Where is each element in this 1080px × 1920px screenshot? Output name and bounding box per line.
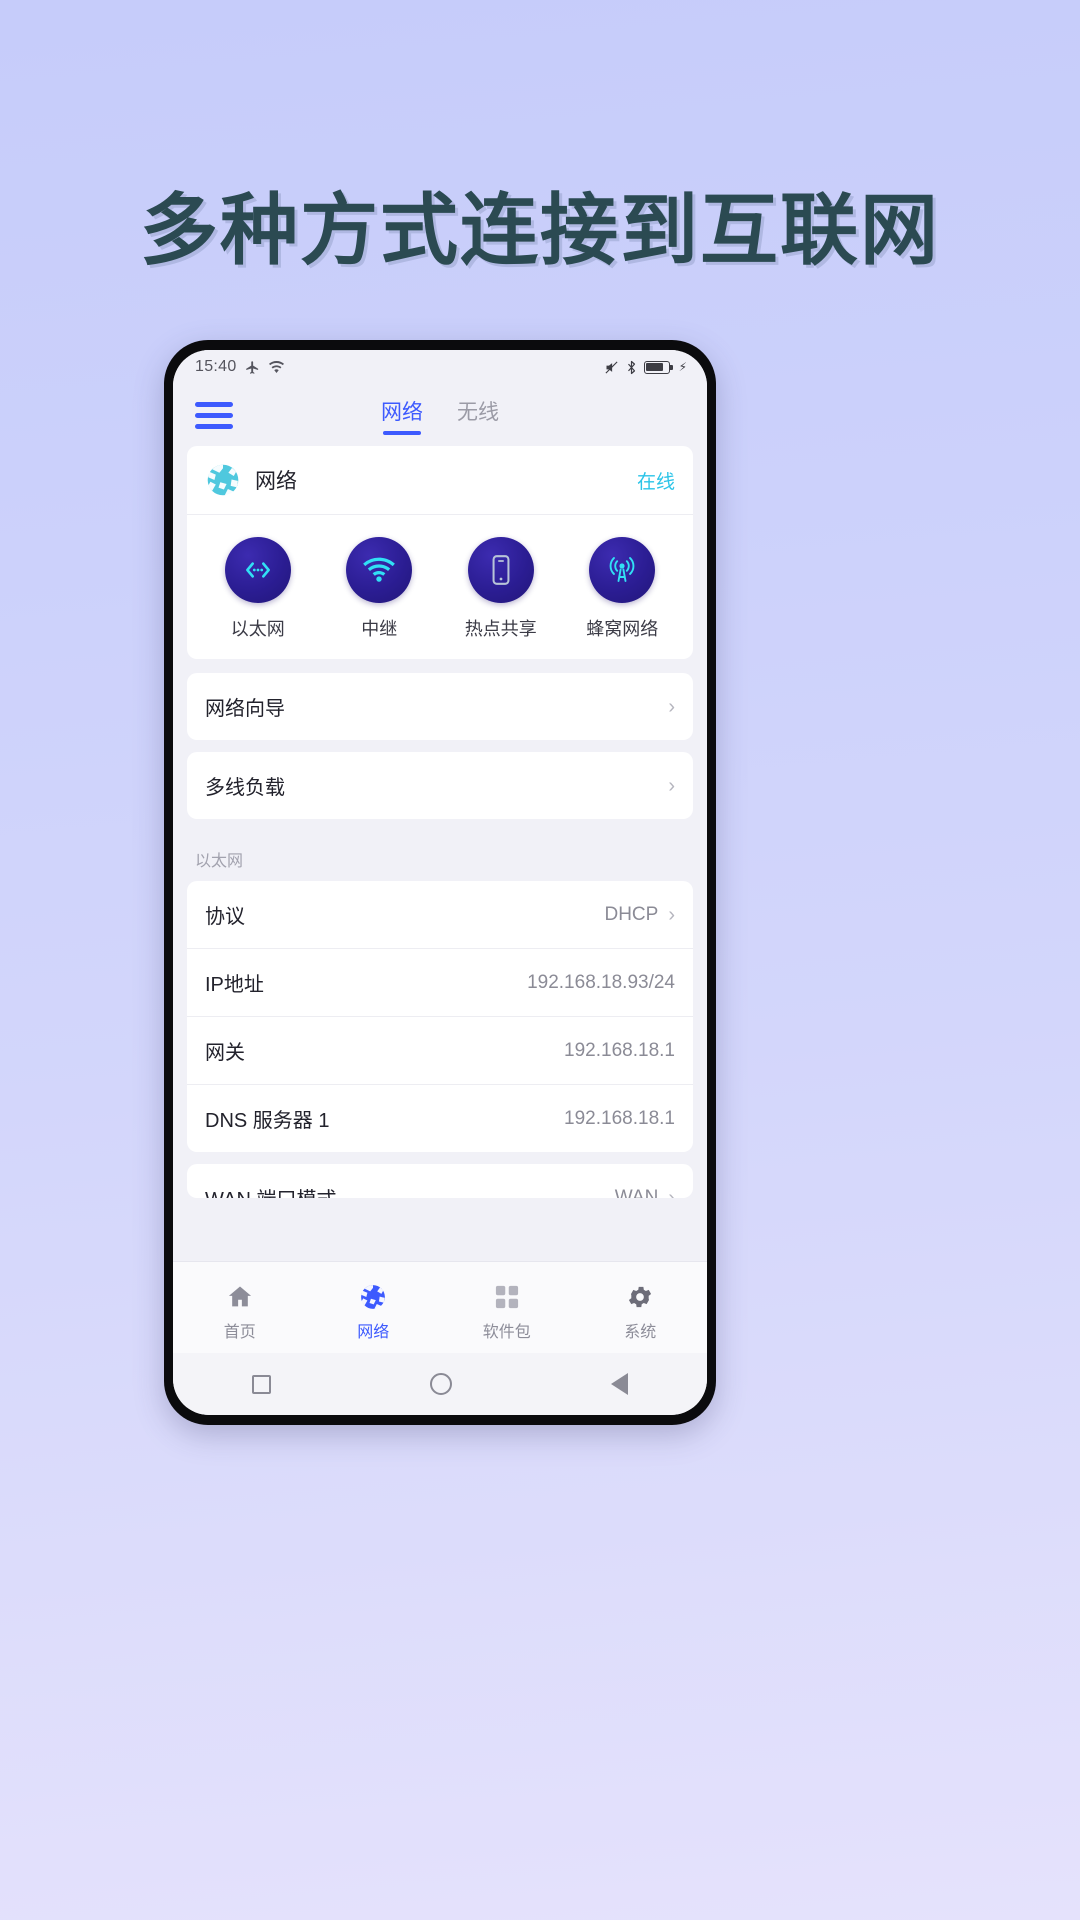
quick-action-hotspot[interactable]: 热点共享 bbox=[449, 537, 553, 641]
row-label: 网关 bbox=[205, 1042, 245, 1064]
android-soft-keys bbox=[173, 1353, 707, 1415]
chevron-right-icon: › bbox=[668, 695, 675, 718]
row-value: 192.168.18.1 bbox=[564, 1039, 675, 1061]
chevron-right-icon: › bbox=[668, 1186, 675, 1199]
ethernet-icon bbox=[224, 537, 291, 603]
page-title: 多种方式连接到互联网 bbox=[139, 186, 940, 274]
nav-item-network[interactable]: 网络 bbox=[323, 1280, 423, 1342]
row-label: 协议 bbox=[205, 906, 245, 928]
row-network-wizard[interactable]: 网络向导 › bbox=[187, 673, 693, 740]
tab-wireless[interactable]: 无线 bbox=[457, 396, 499, 435]
row-value: DHCP bbox=[604, 903, 659, 925]
nav-item-home[interactable]: 首页 bbox=[190, 1280, 290, 1342]
wifi-icon bbox=[268, 360, 285, 374]
row-label: IP地址 bbox=[205, 974, 264, 996]
quick-action-row: 以太网 中继 热点共享 蜂窝网络 bbox=[187, 515, 693, 659]
battery-icon bbox=[643, 360, 673, 374]
quick-action-label: 热点共享 bbox=[464, 619, 537, 639]
bottom-navigation: 首页 网络 软件包 系统 bbox=[173, 1261, 707, 1353]
row-label: 多线负载 bbox=[205, 777, 285, 799]
quick-action-ethernet[interactable]: 以太网 bbox=[206, 537, 310, 641]
quick-action-label: 以太网 bbox=[230, 619, 285, 639]
back-triangle-icon[interactable] bbox=[610, 1373, 628, 1395]
row-label: DNS 服务器 1 bbox=[205, 1110, 330, 1132]
quick-action-cellular[interactable]: 蜂窝网络 bbox=[570, 537, 674, 641]
home-circle-icon[interactable] bbox=[429, 1373, 452, 1395]
network-card-header: 网络 在线 bbox=[187, 446, 693, 515]
row-label: WAN 端口模式 bbox=[205, 1183, 336, 1198]
status-badge: 在线 bbox=[636, 471, 675, 493]
wifi-repeater-icon bbox=[346, 537, 413, 603]
nav-item-label: 网络 bbox=[357, 1323, 390, 1341]
wan-port-mode-card: WAN 端口模式 WAN › bbox=[187, 1164, 693, 1198]
chevron-right-icon: › bbox=[668, 903, 675, 926]
nav-item-label: 系统 bbox=[624, 1323, 657, 1341]
status-time: 15:40 bbox=[195, 358, 237, 375]
row-dns-server-1: DNS 服务器 1 192.168.18.1 bbox=[187, 1085, 693, 1152]
tab-bar: 网络 无线 bbox=[173, 396, 707, 435]
recents-square-icon[interactable] bbox=[252, 1374, 272, 1394]
globe-icon bbox=[205, 462, 241, 498]
row-wan-port-mode[interactable]: WAN 端口模式 WAN › bbox=[187, 1164, 693, 1199]
status-bar: 15:40 ⚡ bbox=[173, 350, 707, 384]
home-icon bbox=[190, 1280, 290, 1314]
row-label: 网络向导 bbox=[205, 698, 285, 720]
bluetooth-icon bbox=[626, 360, 637, 375]
mobile-hotspot-icon bbox=[467, 537, 534, 603]
row-protocol[interactable]: 协议 DHCP › bbox=[187, 881, 693, 949]
phone-frame: 15:40 ⚡ 网络 无线 网络 在线 以太网 中继 热点共享 蜂窝网络 网络向… bbox=[164, 340, 716, 1425]
row-gateway: 网关 192.168.18.1 bbox=[187, 1017, 693, 1085]
airplane-mode-icon bbox=[245, 360, 260, 375]
network-status-card: 网络 在线 以太网 中继 热点共享 蜂窝网络 bbox=[187, 446, 693, 659]
content-scroll-area[interactable]: 网络 在线 以太网 中继 热点共享 蜂窝网络 网络向导 › 多线负载 › 以太网… bbox=[173, 446, 707, 1261]
section-label-ethernet: 以太网 bbox=[195, 853, 244, 870]
nav-item-packages[interactable]: 软件包 bbox=[457, 1280, 557, 1342]
status-bar-right: ⚡ bbox=[604, 360, 687, 375]
hamburger-menu-icon[interactable] bbox=[195, 401, 235, 429]
globe-icon bbox=[323, 1280, 423, 1314]
network-card-title: 网络 bbox=[255, 470, 297, 493]
app-bar: 网络 无线 bbox=[173, 384, 707, 446]
cellular-tower-icon bbox=[589, 537, 656, 603]
row-value: 192.168.18.1 bbox=[564, 1107, 675, 1129]
nav-item-label: 软件包 bbox=[482, 1323, 531, 1341]
status-bar-left: 15:40 bbox=[195, 358, 285, 376]
row-value: 192.168.18.93/24 bbox=[527, 971, 675, 993]
packages-grid-icon bbox=[457, 1280, 557, 1314]
nav-item-label: 首页 bbox=[223, 1323, 256, 1341]
gear-icon bbox=[590, 1280, 690, 1314]
multiwan-card: 多线负载 › bbox=[187, 752, 693, 819]
row-ip-address: IP地址 192.168.18.93/24 bbox=[187, 949, 693, 1017]
ethernet-settings-card: 协议 DHCP › IP地址 192.168.18.93/24 网关 192.1… bbox=[187, 881, 693, 1152]
row-value: WAN bbox=[614, 1186, 659, 1199]
mute-icon bbox=[604, 360, 619, 375]
nav-item-system[interactable]: 系统 bbox=[590, 1280, 690, 1342]
tab-network[interactable]: 网络 bbox=[381, 396, 423, 435]
charging-bolt-icon: ⚡ bbox=[678, 360, 687, 374]
quick-action-label: 中继 bbox=[361, 619, 398, 639]
quick-action-label: 蜂窝网络 bbox=[586, 619, 659, 639]
network-wizard-card: 网络向导 › bbox=[187, 673, 693, 740]
chevron-right-icon: › bbox=[668, 774, 675, 797]
quick-action-repeater[interactable]: 中继 bbox=[327, 537, 431, 641]
row-multiwan-load[interactable]: 多线负载 › bbox=[187, 752, 693, 819]
phone-screen: 15:40 ⚡ 网络 无线 网络 在线 以太网 中继 热点共享 蜂窝网络 网络向… bbox=[173, 350, 707, 1415]
